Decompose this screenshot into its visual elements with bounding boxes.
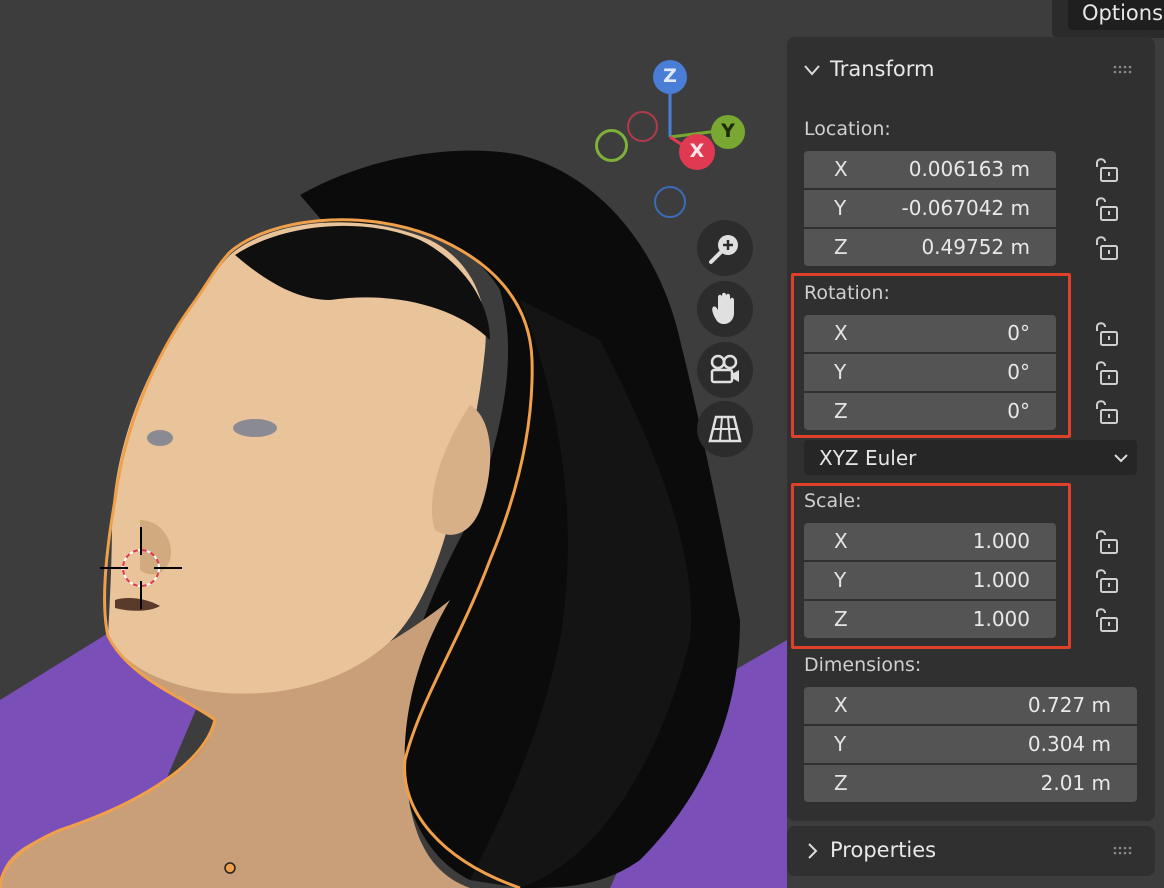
- dimensions-y-field[interactable]: Y 0.304 m: [804, 726, 1137, 763]
- zoom-in-icon: [709, 235, 738, 264]
- unlock-icon[interactable]: [1091, 566, 1121, 596]
- chevron-down-icon: [804, 65, 820, 76]
- ortho-perspective-toggle[interactable]: [697, 401, 753, 457]
- dimensions-z-field[interactable]: Z 2.01 m: [804, 765, 1137, 802]
- gizmo-neg-x-icon[interactable]: [627, 111, 658, 142]
- unlock-icon[interactable]: [1091, 527, 1121, 557]
- properties-panel-title: Properties: [830, 838, 937, 862]
- hand-pan-icon: [712, 292, 734, 324]
- gizmo-z-axis-button[interactable]: Z: [653, 60, 687, 94]
- transform-panel: Transform Location: X 0.006163 m Y -0.06…: [787, 37, 1155, 821]
- location-z-field[interactable]: Z 0.49752 m: [804, 229, 1056, 266]
- eye-left: [147, 430, 173, 446]
- options-button[interactable]: Options: [1068, 0, 1164, 30]
- perspective-grid-icon: [708, 415, 742, 443]
- camera-icon: [710, 354, 739, 384]
- chevron-down-icon: [1114, 454, 1128, 463]
- drag-grip-icon[interactable]: [1113, 65, 1135, 75]
- chevron-right-icon: [808, 843, 818, 859]
- options-menu: Options: [1052, 0, 1164, 38]
- unlock-icon[interactable]: [1091, 358, 1121, 388]
- rotation-mode-dropdown[interactable]: XYZ Euler: [804, 440, 1137, 475]
- gizmo-x-axis-button[interactable]: X: [679, 134, 715, 170]
- location-x-field[interactable]: X 0.006163 m: [804, 151, 1056, 188]
- pan-button[interactable]: [697, 281, 753, 337]
- unlock-icon[interactable]: [1091, 194, 1121, 224]
- unlock-icon[interactable]: [1091, 233, 1121, 263]
- unlock-icon[interactable]: [1091, 319, 1121, 349]
- location-label: Location:: [804, 118, 891, 140]
- location-y-field[interactable]: Y -0.067042 m: [804, 190, 1056, 227]
- gizmo-neg-z-icon[interactable]: [654, 186, 686, 218]
- drag-grip-icon[interactable]: [1113, 846, 1135, 856]
- object-origin: [224, 862, 236, 874]
- camera-view-button[interactable]: [697, 342, 753, 398]
- unlock-icon[interactable]: [1091, 605, 1121, 635]
- properties-panel-header[interactable]: Properties: [787, 826, 1155, 876]
- gizmo-y-axis-button[interactable]: Y: [711, 115, 745, 149]
- dimensions-label: Dimensions:: [804, 654, 922, 676]
- gizmo-neg-y-icon[interactable]: [595, 129, 628, 162]
- eye-right: [233, 419, 277, 437]
- unlock-icon[interactable]: [1091, 397, 1121, 427]
- unlock-icon[interactable]: [1091, 155, 1121, 185]
- dimensions-x-field[interactable]: X 0.727 m: [804, 687, 1137, 724]
- zoom-button[interactable]: [697, 220, 753, 276]
- scale-highlight-box: [791, 483, 1071, 649]
- transform-panel-header[interactable]: Transform: [787, 51, 1155, 87]
- rotation-highlight-box: [791, 273, 1071, 438]
- transform-panel-title: Transform: [830, 57, 935, 81]
